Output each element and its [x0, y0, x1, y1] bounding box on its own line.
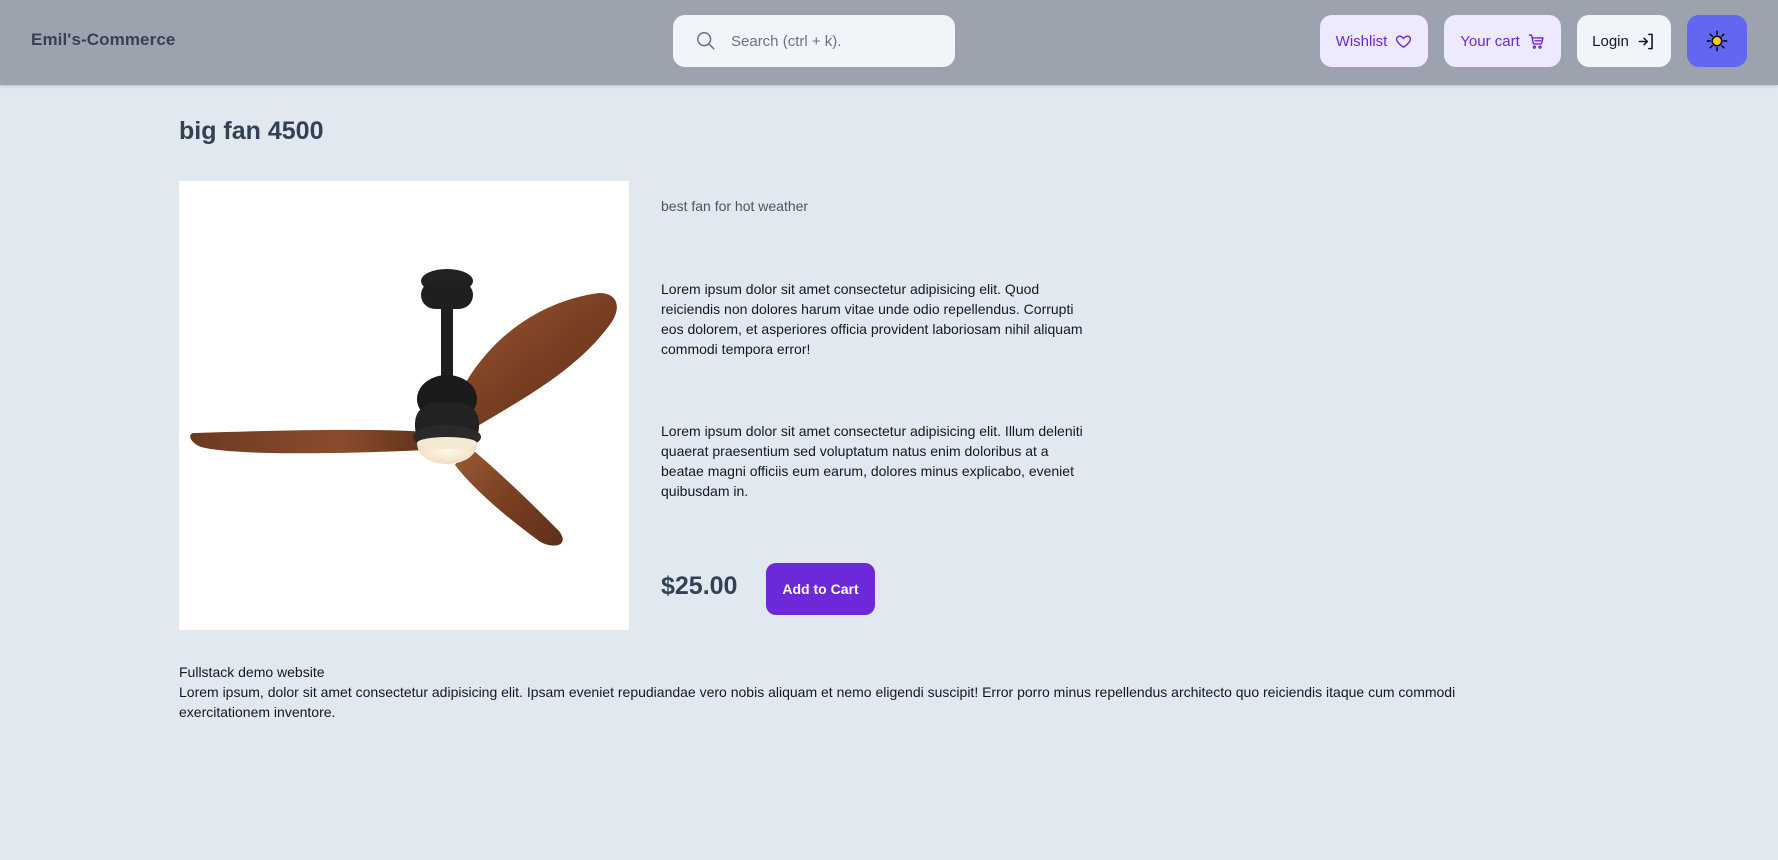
- footer-text: Lorem ipsum, dolor sit amet consectetur …: [179, 684, 1456, 720]
- wishlist-label: Wishlist: [1335, 32, 1388, 50]
- ceiling-fan-image: [190, 269, 617, 546]
- add-to-cart-button[interactable]: Add to Cart: [766, 563, 875, 615]
- brand-logo[interactable]: Emil's-Commerce: [31, 30, 175, 50]
- cart-label: Your cart: [1460, 32, 1520, 50]
- login-icon: [1638, 33, 1653, 49]
- product-price: $25.00: [661, 572, 738, 600]
- search-icon: [697, 32, 715, 50]
- search-box[interactable]: [673, 15, 955, 67]
- product-subtitle: best fan for hot weather: [661, 198, 809, 214]
- product-description-1: Lorem ipsum dolor sit amet consectetur a…: [661, 281, 1083, 357]
- product-image: [179, 181, 629, 630]
- login-label: Login: [1592, 32, 1629, 50]
- product-description-2: Lorem ipsum dolor sit amet consectetur a…: [661, 423, 1083, 499]
- theme-toggle-button[interactable]: [1687, 15, 1747, 67]
- top-navbar: Emil's-Commerce Wishlist Your cart Login: [0, 0, 1778, 85]
- wishlist-button[interactable]: Wishlist: [1320, 15, 1428, 67]
- search-input[interactable]: [731, 29, 941, 53]
- heart-icon: [1396, 34, 1412, 48]
- footer: Fullstack demo website Lorem ipsum, dolo…: [179, 662, 1479, 722]
- sun-icon: [1706, 30, 1728, 52]
- cart-button[interactable]: Your cart: [1444, 15, 1561, 67]
- cart-icon: [1528, 33, 1544, 49]
- login-button[interactable]: Login: [1577, 15, 1671, 67]
- footer-title: Fullstack demo website: [179, 664, 325, 680]
- product-title: big fan 4500: [179, 117, 324, 145]
